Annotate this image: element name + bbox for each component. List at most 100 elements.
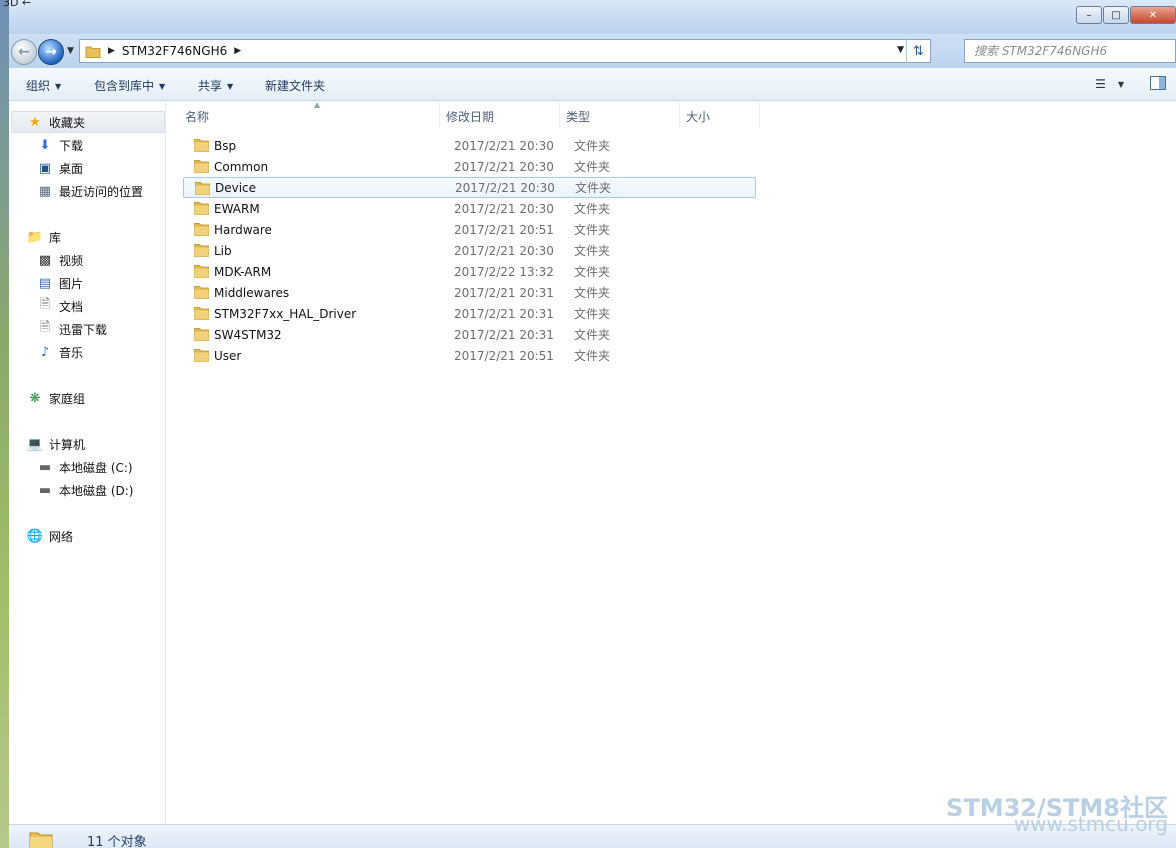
desktop-icon: ▣ <box>38 160 52 176</box>
chevron-down-icon: ▼ <box>227 82 234 91</box>
forward-arrow-icon: → <box>45 44 57 60</box>
table-row[interactable]: Common 2017/2/21 20:30 文件夹 <box>183 156 756 177</box>
sidebar-label: 下载 <box>59 138 84 153</box>
file-name: Hardware <box>214 222 272 237</box>
table-row[interactable]: MDK-ARM 2017/2/22 13:32 文件夹 <box>183 261 756 282</box>
file-date-modified: 2017/2/21 20:31 <box>454 285 554 300</box>
sidebar-label: 视频 <box>59 253 84 268</box>
organize-label: 组织 <box>26 79 51 93</box>
network-icon: 🌐 <box>26 528 44 544</box>
folder-icon <box>194 307 209 320</box>
recent-places-icon: ▦ <box>38 183 52 199</box>
file-type: 文件夹 <box>574 286 611 300</box>
file-name: Common <box>214 159 269 174</box>
sidebar-label: 最近访问的位置 <box>59 184 144 199</box>
column-header-name[interactable]: 名称 <box>179 102 440 128</box>
file-name: STM32F7xx_HAL_Driver <box>214 306 357 321</box>
table-row[interactable]: SW4STM32 2017/2/21 20:31 文件夹 <box>183 324 756 345</box>
close-button[interactable]: ✕ <box>1130 6 1176 24</box>
view-options-button[interactable]: ☰ ▼ <box>1095 77 1124 91</box>
include-library-menu[interactable]: 包含到库中 ▼ <box>94 77 165 94</box>
sidebar-label: 文档 <box>59 299 84 314</box>
sidebar-item-recent-places[interactable]: ▦ 最近访问的位置 <box>37 180 143 202</box>
table-row[interactable]: Lib 2017/2/21 20:30 文件夹 <box>183 240 756 261</box>
column-header-type[interactable]: 类型 <box>560 102 680 128</box>
share-menu[interactable]: 共享 ▼ <box>198 77 233 94</box>
sidebar-item-xunlei-downloads[interactable]: 🗎 迅雷下载 <box>37 318 107 340</box>
folder-icon <box>194 202 209 215</box>
new-folder-button[interactable]: 新建文件夹 <box>265 77 325 94</box>
file-type: 文件夹 <box>574 139 611 153</box>
file-date-modified: 2017/2/21 20:30 <box>454 201 554 216</box>
refresh-button[interactable]: ⇅ <box>906 39 930 63</box>
table-row[interactable]: User 2017/2/21 20:51 文件夹 <box>183 345 756 366</box>
file-date-modified: 2017/2/21 20:30 <box>454 243 554 258</box>
sidebar-label: 桌面 <box>59 161 84 176</box>
preview-pane-button[interactable] <box>1150 76 1166 90</box>
search-input[interactable] <box>974 44 1154 58</box>
sidebar-item-computer[interactable]: 💻 计算机 <box>27 433 85 455</box>
sidebar-item-videos[interactable]: ▩ 视频 <box>37 249 83 271</box>
file-type: 文件夹 <box>574 202 611 216</box>
column-header-size[interactable]: 大小 <box>680 102 760 128</box>
chevron-down-icon: ▼ <box>1117 80 1124 89</box>
table-row[interactable]: STM32F7xx_HAL_Driver 2017/2/21 20:31 文件夹 <box>183 303 756 324</box>
sidebar-item-libraries[interactable]: 📁 库 <box>27 226 61 248</box>
file-type: 文件夹 <box>574 223 611 237</box>
include-library-label: 包含到库中 <box>94 79 155 93</box>
sidebar-item-pictures[interactable]: ▤ 图片 <box>37 272 83 294</box>
sidebar-label: 家庭组 <box>49 391 86 406</box>
address-bar[interactable]: ▶ STM32F746NGH6 ▶ ▼ ⇅ <box>79 39 931 63</box>
file-date-modified: 2017/2/21 20:30 <box>454 159 554 174</box>
sidebar-item-homegroup[interactable]: ❋ 家庭组 <box>27 387 85 409</box>
table-row[interactable]: Device 2017/2/21 20:30 文件夹 <box>183 177 756 198</box>
picture-icon: ▤ <box>38 275 52 291</box>
folder-icon <box>194 265 209 278</box>
window-title-fragment: 3D ← <box>3 0 32 9</box>
star-icon: ★ <box>29 114 41 130</box>
recent-pages-dropdown[interactable]: ▼ <box>67 46 74 56</box>
folder-icon <box>29 832 53 848</box>
sidebar-item-desktop[interactable]: ▣ 桌面 <box>37 157 83 179</box>
maximize-button[interactable]: □ <box>1103 6 1129 24</box>
sidebar-label: 迅雷下载 <box>59 322 108 337</box>
desktop-background-strip <box>0 0 9 848</box>
sidebar-label: 库 <box>49 230 62 245</box>
navigation-bar: ← → ▼ ▶ STM32F746NGH6 ▶ ▼ ⇅ <box>9 34 1176 68</box>
sidebar-item-documents[interactable]: 🗎 文档 <box>37 295 83 317</box>
sidebar-item-favorites[interactable]: ★ 收藏夹 <box>11 111 165 133</box>
minimize-button[interactable]: – <box>1076 6 1102 24</box>
folder-icon <box>194 328 209 341</box>
chevron-right-icon[interactable]: ▶ <box>234 46 241 56</box>
table-row[interactable]: Bsp 2017/2/21 20:30 文件夹 <box>183 135 756 156</box>
music-note-icon: ♪ <box>40 344 50 360</box>
sidebar-item-music[interactable]: ♪ 音乐 <box>37 341 83 363</box>
document-icon: 🗎 <box>39 320 51 335</box>
drive-icon: ▬ <box>38 459 52 475</box>
title-bar: 3D ← – □ ✕ <box>3 0 1176 34</box>
sidebar-item-downloads[interactable]: ⬇ 下载 <box>37 134 83 156</box>
navigation-pane: ★ 收藏夹 ⬇ 下载 ▣ 桌面 ▦ 最近访问的位置 📁 库 ▩ 视频 ▤ 图片 🗎 文档 🗎 迅雷… <box>9 102 166 824</box>
file-type: 文件夹 <box>574 160 611 174</box>
sidebar-item-disk-c[interactable]: ▬ 本地磁盘 (C:) <box>37 456 133 478</box>
back-button[interactable]: ← <box>11 39 37 65</box>
back-arrow-icon: ← <box>18 44 30 60</box>
table-row[interactable]: Hardware 2017/2/21 20:51 文件夹 <box>183 219 756 240</box>
table-row[interactable]: Middlewares 2017/2/21 20:31 文件夹 <box>183 282 756 303</box>
breadcrumb-item[interactable]: STM32F746NGH6 <box>122 44 227 58</box>
homegroup-icon: ❋ <box>29 390 41 406</box>
file-name: Bsp <box>214 138 237 153</box>
command-toolbar: 组织 ▼ 包含到库中 ▼ 共享 ▼ 新建文件夹 ☰ ▼ <box>9 68 1176 101</box>
search-box[interactable] <box>964 39 1176 63</box>
sidebar-item-disk-d[interactable]: ▬ 本地磁盘 (D:) <box>37 479 134 501</box>
refresh-icon: ⇅ <box>913 43 924 59</box>
address-dropdown-icon[interactable]: ▼ <box>897 45 904 55</box>
file-name: Device <box>215 180 257 195</box>
table-row[interactable]: EWARM 2017/2/21 20:30 文件夹 <box>183 198 756 219</box>
column-header-date-modified[interactable]: 修改日期 <box>440 102 560 128</box>
chevron-right-icon[interactable]: ▶ <box>108 46 115 56</box>
forward-button[interactable]: → <box>38 39 64 65</box>
sidebar-item-network[interactable]: 🌐 网络 <box>27 525 73 547</box>
folder-icon <box>85 46 101 58</box>
organize-menu[interactable]: 组织 ▼ <box>26 77 61 94</box>
